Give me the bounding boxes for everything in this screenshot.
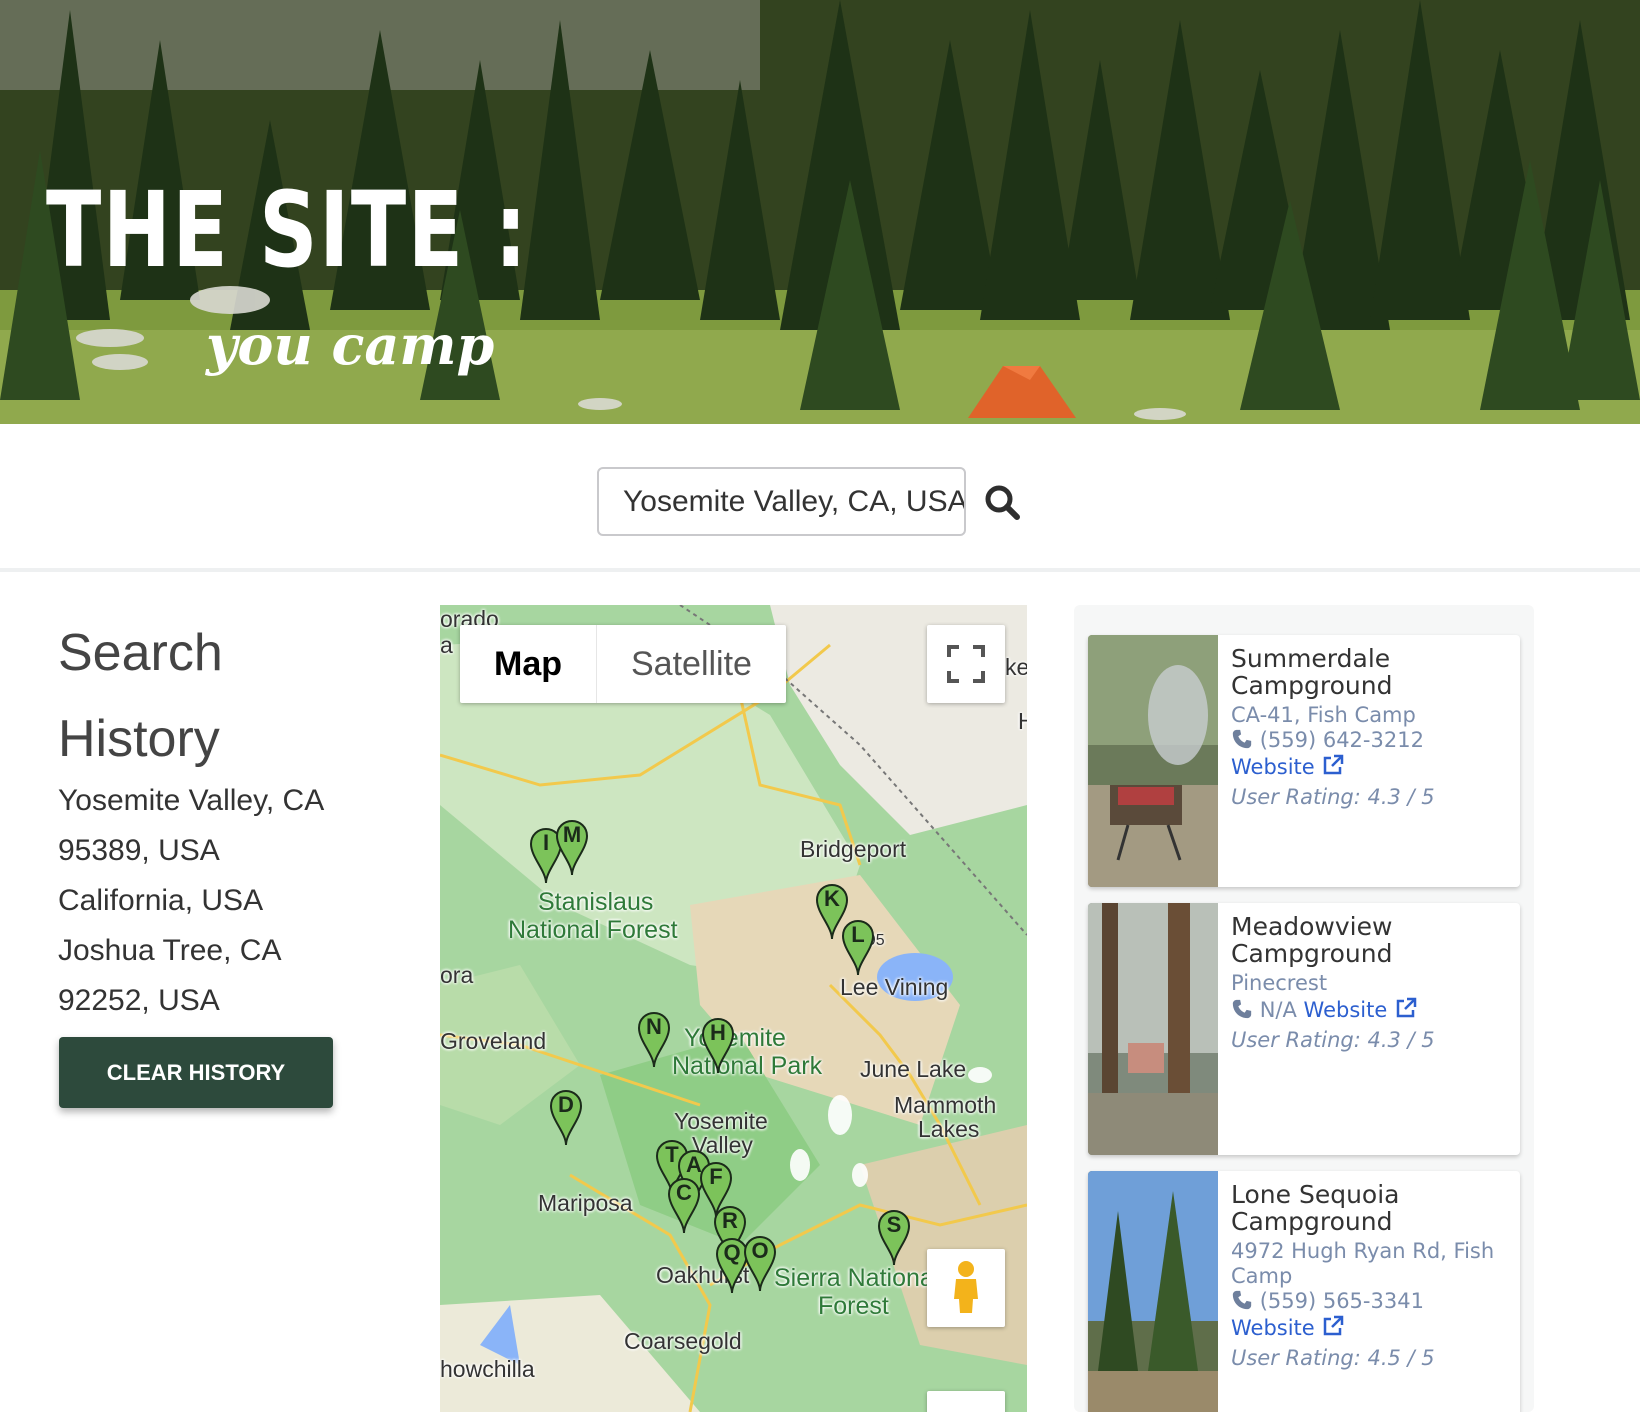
map-place-label: Lee Vining xyxy=(840,974,949,1000)
map-place-label: Groveland xyxy=(440,1028,547,1054)
history-item[interactable]: California, USA xyxy=(58,876,378,926)
map-marker-label: H xyxy=(710,1020,726,1045)
phone-icon xyxy=(1232,999,1252,1019)
map-place-label: Coarsegold xyxy=(624,1328,742,1354)
map-place-label: Bridgeport xyxy=(800,836,907,862)
external-link-icon[interactable] xyxy=(1321,753,1345,777)
campground-address: 4972 Hugh Ryan Rd, Fish Camp xyxy=(1231,1239,1495,1288)
map-marker-label: D xyxy=(558,1092,574,1117)
history-item[interactable]: 92252, USA xyxy=(58,976,378,1026)
campground-name: Lone Sequoia Campground xyxy=(1231,1180,1400,1236)
map-marker-label: S xyxy=(886,1212,902,1237)
campground-rating: User Rating: 4.3 / 5 xyxy=(1231,1028,1435,1052)
map-marker-s[interactable]: S xyxy=(876,1209,912,1267)
map-type-map-button[interactable]: Map xyxy=(460,625,597,703)
site-subtitle: you camp xyxy=(206,313,495,377)
map-place-label: a xyxy=(440,632,453,658)
map-marker-n[interactable]: N xyxy=(636,1011,672,1069)
zoom-control[interactable] xyxy=(927,1391,1005,1412)
fullscreen-icon xyxy=(947,645,985,683)
search-history-title: Search History xyxy=(58,624,223,768)
campground-contact: (559) 565-3341 Website xyxy=(1231,1289,1513,1341)
map-type-control: Map Satellite xyxy=(460,625,786,703)
clear-history-button[interactable]: CLEAR HISTORY xyxy=(59,1037,333,1108)
map-marker-label: O xyxy=(751,1238,769,1263)
search-icon xyxy=(985,485,1020,520)
campground-photo xyxy=(1088,1171,1218,1412)
map-marker-h[interactable]: H xyxy=(700,1017,736,1075)
map-marker-label: K xyxy=(824,886,840,911)
map-place-label: Sierra National xyxy=(774,1264,940,1292)
campground-address: CA-41, Fish Camp xyxy=(1231,703,1416,727)
campground-rating: User Rating: 4.5 / 5 xyxy=(1231,1346,1435,1370)
campground-contact: N/A Website xyxy=(1231,996,1513,1023)
site-title: THE SITE : xyxy=(46,169,529,291)
campground-card[interactable]: Meadowview Campground Pinecrest N/A Webs… xyxy=(1088,903,1520,1155)
map-marker-d[interactable]: D xyxy=(548,1089,584,1147)
map-marker-l[interactable]: L xyxy=(840,919,876,977)
campground-website-link[interactable]: Website xyxy=(1231,1316,1315,1340)
pegman-icon xyxy=(954,1261,978,1313)
map-place-label: ora xyxy=(440,962,474,988)
map-place-label: Mammoth xyxy=(894,1092,997,1118)
map-place-label: H xyxy=(1018,708,1027,734)
map-marker-label: R xyxy=(722,1208,738,1233)
map-place-label: June Lake xyxy=(860,1056,967,1082)
map-place-label: Forest xyxy=(818,1292,889,1320)
campground-photo xyxy=(1088,635,1218,887)
map-marker-c[interactable]: C xyxy=(666,1177,702,1235)
map-place-label: ke xyxy=(1005,654,1027,680)
phone-icon xyxy=(1232,1290,1252,1310)
map-type-satellite-button[interactable]: Satellite xyxy=(597,625,786,703)
search-input[interactable]: Yosemite Valley, CA, USA xyxy=(597,467,966,536)
map-place-label: Yosemite xyxy=(674,1108,768,1134)
campground-photo xyxy=(1088,903,1218,1155)
hero-banner: THE SITE : you camp xyxy=(0,0,1640,424)
campground-card[interactable]: Lone Sequoia Campground 4972 Hugh Ryan R… xyxy=(1088,1171,1520,1412)
fullscreen-button[interactable] xyxy=(927,625,1005,703)
campground-address: Pinecrest xyxy=(1231,971,1328,995)
history-item[interactable]: 95389, USA xyxy=(58,826,378,876)
campground-card[interactable]: Summerdale Campground CA-41, Fish Camp (… xyxy=(1088,635,1520,887)
map-place-label: Mariposa xyxy=(538,1190,633,1216)
search-history-list: Yosemite Valley, CA 95389, USA Californi… xyxy=(58,776,378,1026)
map-marker-label: N xyxy=(646,1014,662,1039)
campground-website-link[interactable]: Website xyxy=(1304,998,1388,1022)
external-link-icon[interactable] xyxy=(1394,996,1418,1020)
phone-icon xyxy=(1232,729,1252,749)
campground-contact: (559) 642-3212 Website xyxy=(1231,728,1513,780)
history-item[interactable]: Yosemite Valley, CA xyxy=(58,776,378,826)
search-button[interactable] xyxy=(982,482,1024,524)
map-marker-m[interactable]: M xyxy=(554,819,590,877)
map-marker-label: L xyxy=(851,922,865,947)
campground-name: Meadowview Campground xyxy=(1231,912,1393,968)
map-place-label: National Forest xyxy=(508,916,678,944)
map-marker-label: C xyxy=(676,1180,692,1205)
campground-rating: User Rating: 4.3 / 5 xyxy=(1231,785,1435,809)
external-link-icon[interactable] xyxy=(1321,1314,1345,1338)
campground-phone: N/A xyxy=(1259,998,1297,1022)
street-view-pegman-button[interactable] xyxy=(927,1249,1005,1327)
map-place-label: Lakes xyxy=(918,1116,980,1142)
campground-phone: (559) 565-3341 xyxy=(1259,1289,1424,1313)
campground-name: Summerdale Campground xyxy=(1231,644,1393,700)
history-item[interactable]: Joshua Tree, CA xyxy=(58,926,378,976)
campground-phone: (559) 642-3212 xyxy=(1259,728,1424,752)
map-view[interactable]: orado a ke H Bridgeport Stanislaus Natio… xyxy=(440,605,1027,1412)
map-place-label: National Park xyxy=(672,1052,823,1080)
map-marker-label: F xyxy=(709,1164,723,1189)
map-marker-label: M xyxy=(562,822,582,847)
map-place-label: howchilla xyxy=(440,1356,535,1382)
results-panel: Summerdale Campground CA-41, Fish Camp (… xyxy=(1074,605,1534,1412)
map-marker-o[interactable]: O xyxy=(742,1235,778,1293)
campground-website-link[interactable]: Website xyxy=(1231,755,1315,779)
map-place-label: Stanislaus xyxy=(538,888,654,916)
